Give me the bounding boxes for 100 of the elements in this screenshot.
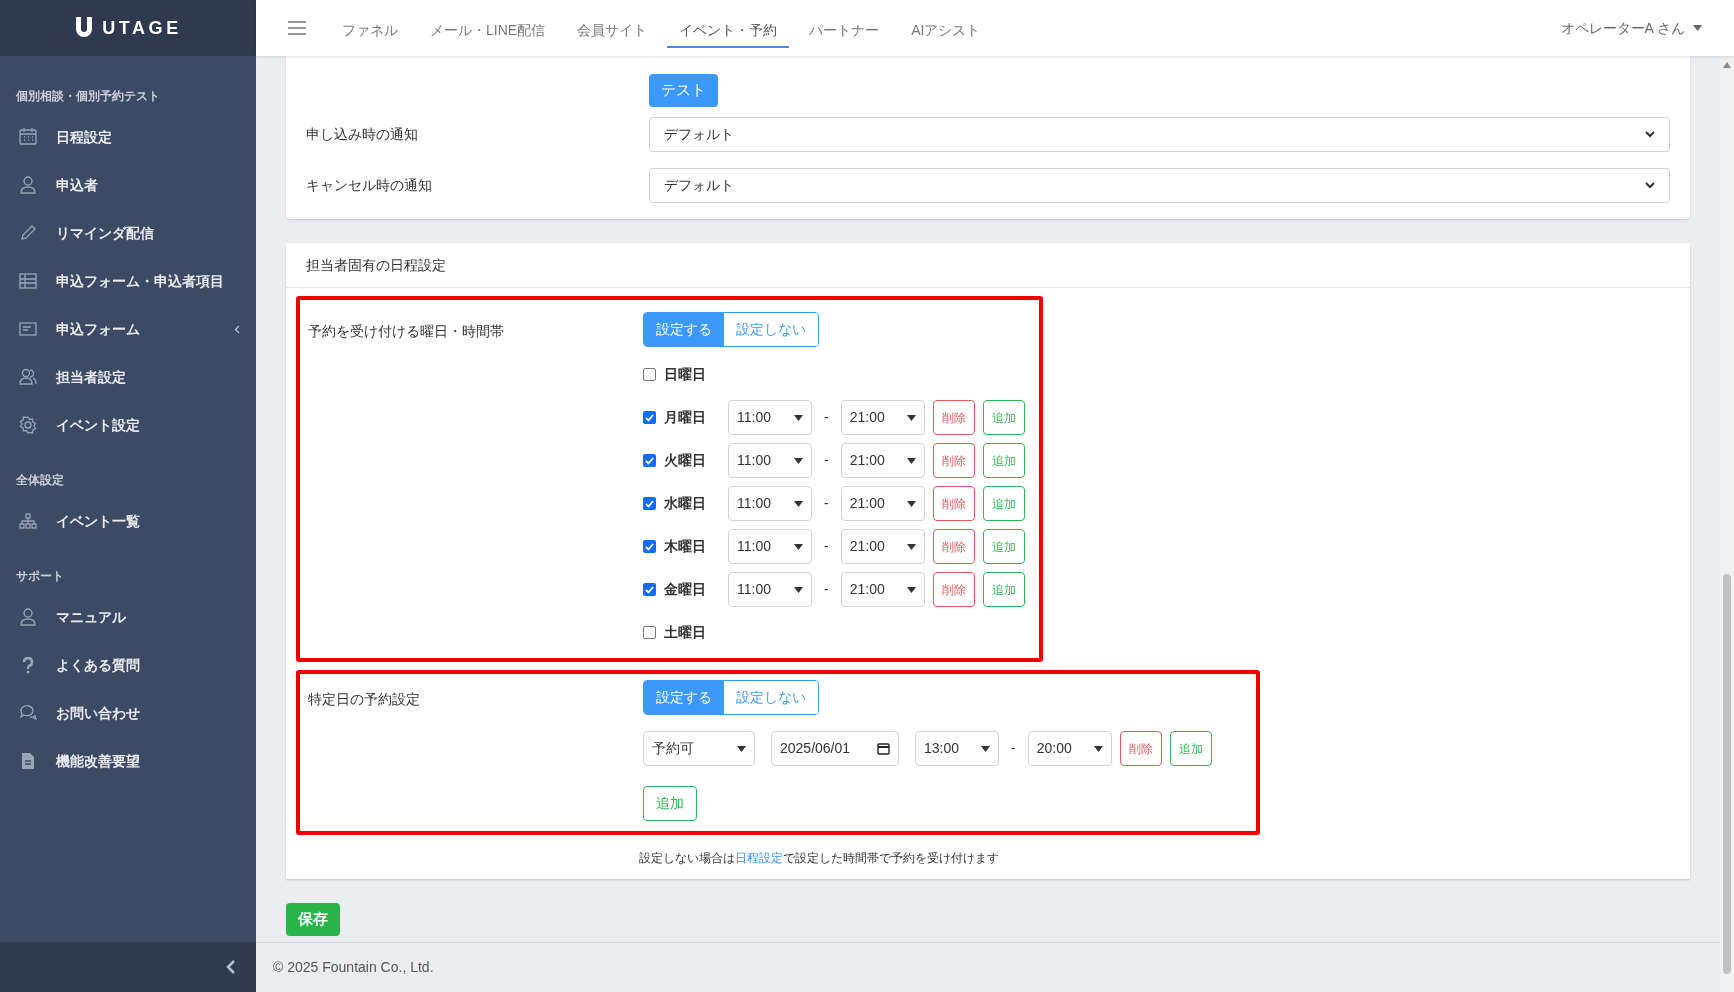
status-select[interactable]: 予約可 <box>643 731 755 766</box>
collapse-icon[interactable] <box>226 959 236 975</box>
caret-icon <box>906 586 916 593</box>
day-label: 木曜日 <box>664 537 707 556</box>
nav-tab[interactable]: ファネル <box>330 14 410 48</box>
user-menu[interactable]: オペレーターA さん <box>1560 17 1702 39</box>
separator-text: - <box>823 580 830 599</box>
calendar-icon <box>877 742 890 755</box>
checkbox[interactable] <box>643 497 656 510</box>
brand-name: UTAGE <box>102 16 182 40</box>
card-title: 担当者固有の日程設定 <box>306 255 446 275</box>
table-icon <box>19 272 37 290</box>
time-select[interactable]: 21:00 <box>840 443 925 478</box>
date-field[interactable]: 2025/06/01 <box>771 731 899 766</box>
time-select[interactable]: 21:00 <box>840 486 925 521</box>
notification-select[interactable]: デフォルト <box>649 168 1670 203</box>
caret-icon <box>906 414 916 421</box>
caret-icon <box>906 500 916 507</box>
copyright-text: © 2025 Fountain Co., Ltd. <box>273 958 434 977</box>
separator-text: - <box>823 451 830 470</box>
checkbox[interactable] <box>643 540 656 553</box>
time-select[interactable]: 11:00 <box>728 572 812 607</box>
sidebar-item[interactable]: 申込者 <box>0 161 256 209</box>
time-select[interactable]: 20:00 <box>1027 731 1112 766</box>
sidebar-item[interactable]: よくある質問 <box>0 641 256 689</box>
time-select[interactable]: 21:00 <box>840 529 925 564</box>
section-label: 特定日の予約設定 <box>308 690 421 709</box>
checkbox[interactable] <box>643 454 656 467</box>
sidebar-item[interactable]: 日程設定 <box>0 113 256 161</box>
sidebar-item[interactable]: お問い合わせ <box>0 689 256 737</box>
document-icon <box>19 752 37 770</box>
separator-text: - <box>823 494 830 513</box>
caret-icon <box>794 586 803 593</box>
time-select[interactable]: 11:00 <box>728 400 812 435</box>
nav-tab[interactable]: パートナー <box>797 14 892 48</box>
caret-icon <box>737 745 746 752</box>
time-select[interactable]: 13:00 <box>915 731 999 766</box>
delete-button[interactable]: 削除 <box>932 486 975 521</box>
section-title: サポート <box>15 568 65 585</box>
section-title: 個別相談・個別予約テスト <box>15 88 161 105</box>
separator-text: - <box>1010 739 1017 758</box>
link[interactable]: 日程設定 <box>735 851 783 865</box>
checkbox[interactable] <box>643 368 656 381</box>
day-label: 日曜日 <box>664 365 707 384</box>
nav-tab[interactable]: 会員サイト <box>565 14 660 48</box>
chevron-down-icon <box>1645 182 1655 189</box>
caret-icon <box>1093 745 1103 752</box>
chat-icon <box>19 704 37 722</box>
scrollbar[interactable] <box>1720 56 1734 992</box>
section-label: 予約を受け付ける曜日・時間帯 <box>308 322 505 341</box>
logo-icon <box>74 17 95 39</box>
nav-tab[interactable]: AIアシスト <box>899 14 993 48</box>
caret-icon <box>1693 25 1702 31</box>
caret-icon <box>794 414 803 421</box>
delete-button[interactable]: 削除 <box>932 400 975 435</box>
person-icon <box>19 608 37 626</box>
caret-icon <box>794 543 803 550</box>
time-select[interactable]: 21:00 <box>840 400 925 435</box>
checkbox[interactable] <box>643 626 656 639</box>
sidebar-item[interactable]: 申込フォーム・申込者項目 <box>0 257 256 305</box>
delete-button[interactable]: 削除 <box>932 529 975 564</box>
sidebar-item[interactable]: イベント設定 <box>0 401 256 449</box>
help-text: 設定しない場合は 日程設定で設定した時間帯で予約を受け付けます <box>639 850 1000 867</box>
notification-select[interactable]: デフォルト <box>649 117 1670 152</box>
sidebar-item[interactable]: 申込フォーム <box>0 305 256 353</box>
people-icon <box>19 368 37 386</box>
chevron-down-icon <box>1645 131 1655 138</box>
caret-icon <box>906 543 916 550</box>
field-label: 申し込み時の通知 <box>306 125 419 144</box>
delete-button[interactable]: 削除 <box>1119 731 1162 766</box>
day-label: 金曜日 <box>664 580 707 599</box>
section-title: 全体設定 <box>15 472 65 489</box>
separator-text: - <box>823 537 830 556</box>
nav-tab[interactable]: メール・LINE配信 <box>418 14 558 48</box>
sidebar-item[interactable]: マニュアル <box>0 593 256 641</box>
hierarchy-icon <box>19 512 37 530</box>
checkbox[interactable] <box>643 411 656 424</box>
scroll-up-icon[interactable] <box>1723 62 1731 68</box>
time-select[interactable]: 21:00 <box>840 572 925 607</box>
time-select[interactable]: 11:00 <box>728 529 812 564</box>
checkbox[interactable] <box>643 583 656 596</box>
caret-icon <box>981 745 990 752</box>
separator-text: - <box>823 408 830 427</box>
sidebar-item[interactable]: イベント一覧 <box>0 497 256 545</box>
nav-tab[interactable]: イベント・予約 <box>667 14 790 48</box>
day-label: 火曜日 <box>664 451 707 470</box>
sidebar-item[interactable]: 担当者設定 <box>0 353 256 401</box>
delete-button[interactable]: 削除 <box>932 443 975 478</box>
time-select[interactable]: 11:00 <box>728 443 812 478</box>
day-label: 土曜日 <box>664 623 707 642</box>
person-icon <box>19 176 37 194</box>
sidebar-item[interactable]: リマインダ配信 <box>0 209 256 257</box>
scrollbar-thumb[interactable] <box>1723 574 1731 974</box>
time-select[interactable]: 11:00 <box>728 486 812 521</box>
pencil-icon <box>19 224 37 242</box>
menu-icon[interactable] <box>288 21 306 35</box>
form-icon <box>19 320 37 338</box>
caret-icon <box>794 500 803 507</box>
delete-button[interactable]: 削除 <box>932 572 975 607</box>
sidebar-item[interactable]: 機能改善要望 <box>0 737 256 785</box>
